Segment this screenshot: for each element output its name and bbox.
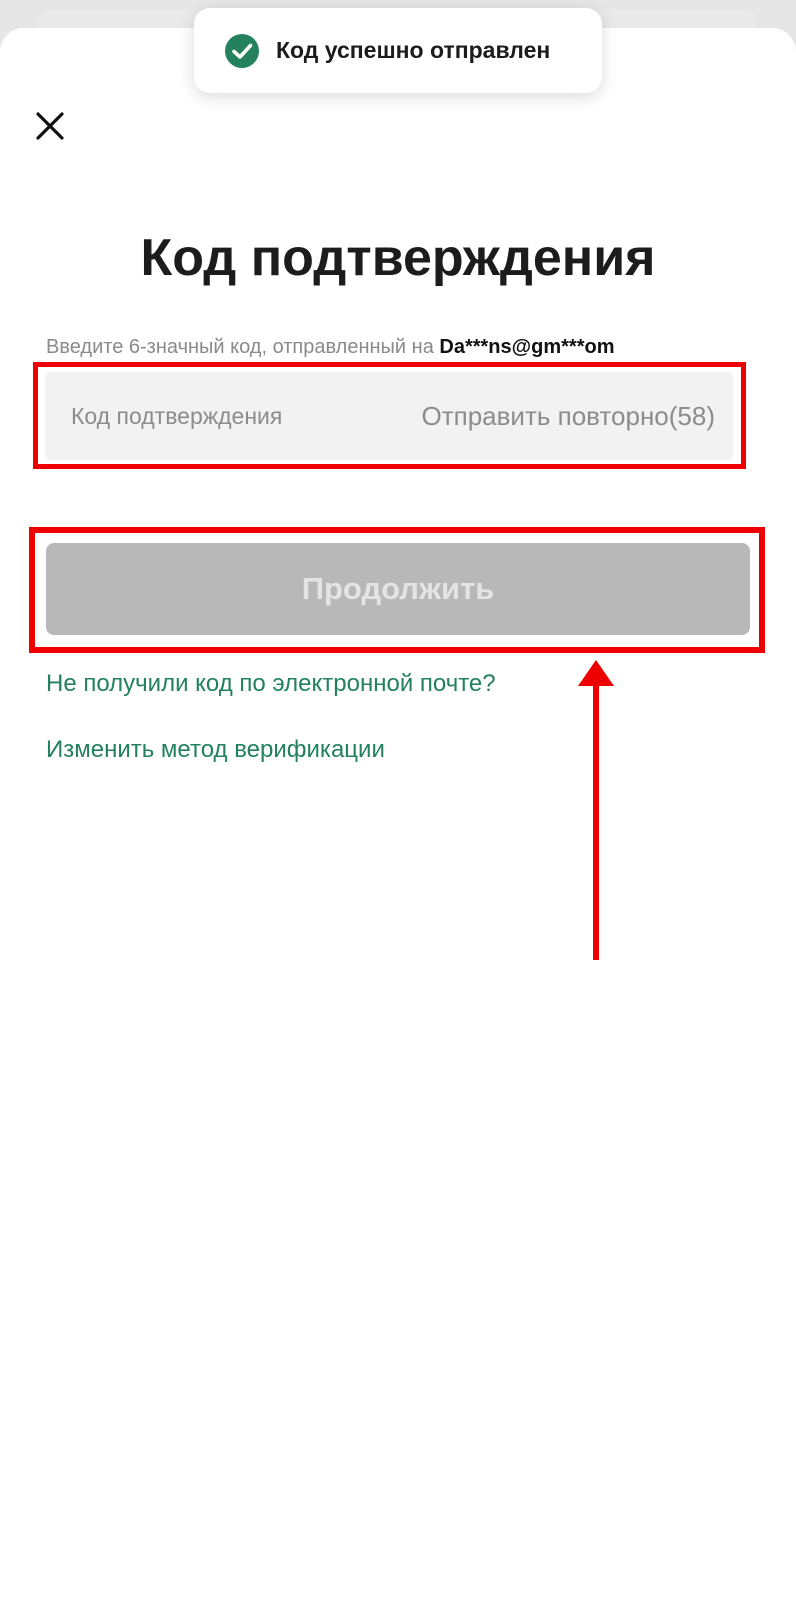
annotation-arrow-up-icon (578, 660, 614, 960)
annotation-highlight-code-field (33, 362, 746, 469)
annotation-highlight-continue-button (29, 527, 765, 653)
check-circle-icon (225, 33, 259, 68)
success-toast: Код успешно отправлен (194, 8, 602, 93)
no-code-received-link[interactable]: Не получили код по электронной почте? (46, 670, 496, 698)
code-hint: Введите 6-значный код, отправленный на D… (46, 336, 614, 359)
code-hint-text: Введите 6-значный код, отправленный на (46, 336, 440, 358)
verification-sheet: Код подтверждения (0, 28, 796, 1600)
toast-message: Код успешно отправлен (276, 37, 551, 63)
change-verification-method-link[interactable]: Изменить метод верификации (46, 736, 385, 764)
page-title: Код подтверждения (140, 229, 656, 287)
close-icon (36, 112, 64, 140)
masked-email: Da***ns@gm***om (439, 336, 615, 358)
close-button[interactable] (32, 108, 68, 144)
